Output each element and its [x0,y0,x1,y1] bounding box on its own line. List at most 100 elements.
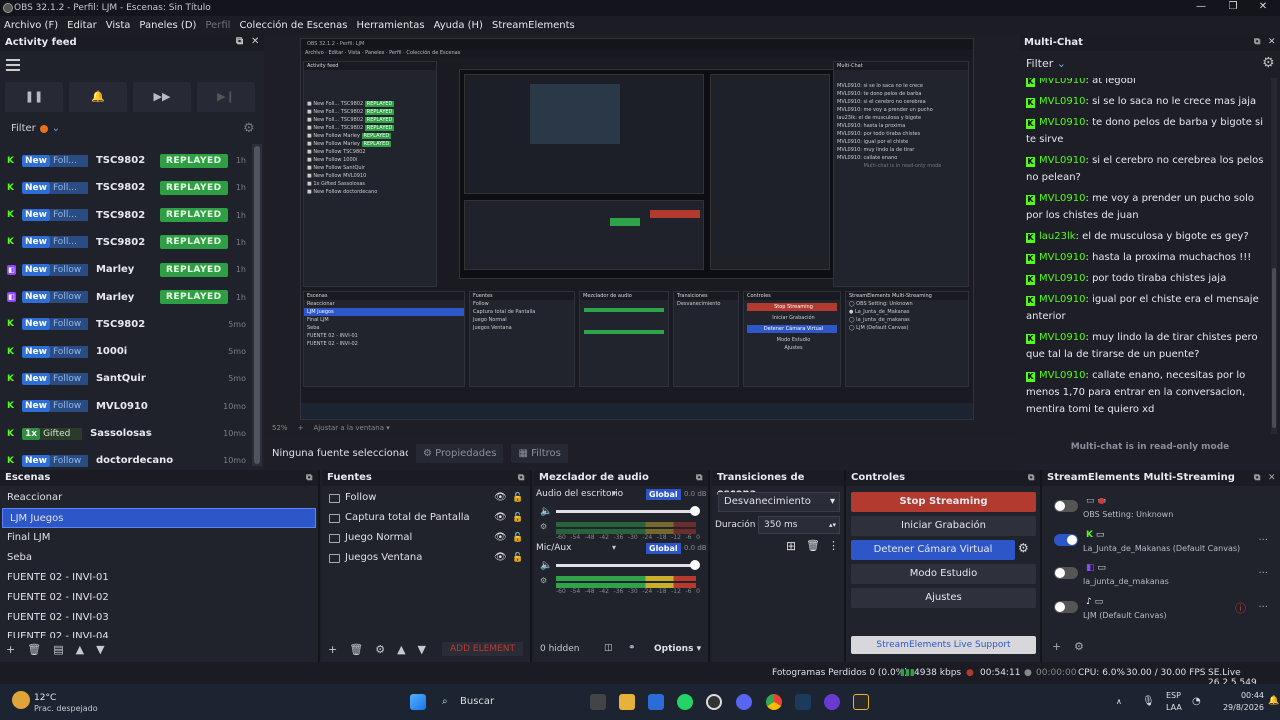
multichat-filter[interactable]: Filter ⌄ [1026,57,1066,70]
feed-event-row[interactable]: ◧ New Follow Marley REPLAYED 1h [0,256,250,283]
undock-icon[interactable]: ⧉ [236,36,243,47]
mixer-settings-icon[interactable]: ⚙ [540,576,547,585]
menu-vista[interactable]: Vista [106,20,131,31]
close-window-button[interactable]: ✕ [1246,0,1280,16]
scene-item[interactable]: Final LJM [0,528,318,548]
stream-target-toggle[interactable] [1054,500,1078,512]
more-icon[interactable]: ··· [1258,602,1268,613]
chat-username[interactable]: lau23lk [1039,231,1076,242]
scene-item[interactable]: LJM Juegos [2,508,316,528]
add-transition-icon[interactable]: ⊞ [786,539,796,553]
chat-username[interactable]: MVL0910 [1039,332,1086,343]
undock-icon[interactable]: ⧉ [1254,34,1260,51]
source-item[interactable]: Follow 👁 🔓 [322,488,530,508]
source-item[interactable]: Captura total de Pantalla 👁 🔓 [322,508,530,528]
visibility-eye-icon[interactable]: 👁 [494,488,507,508]
feed-scrollbar[interactable] [252,144,262,466]
add-element-button[interactable]: ADD ELEMENT [442,642,523,656]
undock-icon[interactable]: ⧉ [306,470,312,486]
chat-username[interactable]: MVL0910 [1039,78,1086,86]
mic-volume-slider[interactable] [556,564,696,567]
maximize-button[interactable]: ❐ [1216,0,1250,16]
add-target-icon[interactable]: + [1052,640,1061,653]
gear-icon[interactable]: ⚙ [1262,55,1275,71]
warning-icon[interactable]: ⓘ [1235,600,1246,616]
menu-coleccion-escenas[interactable]: Colección de Escenas [239,20,347,31]
feed-event-row[interactable]: K New Follow MVL0910 10mo [0,393,250,420]
lock-icon[interactable]: 🔓 [512,488,523,508]
scene-filter-icon[interactable]: ▤ [53,643,63,656]
chat-username[interactable]: MVL0910 [1039,294,1086,305]
move-down-icon[interactable]: ▼ [418,643,426,656]
undock-icon[interactable]: ⧉ [696,470,702,486]
preview-canvas[interactable]: OBS 32.1.2 - Perfil: LJM Archivo · Edita… [264,34,1020,438]
taskbar-search[interactable]: ⌕ Buscar [436,690,576,714]
settings-button[interactable]: Ajustes [851,588,1036,608]
hamburger-menu-icon[interactable] [6,59,20,74]
desktop-volume-knob[interactable] [690,506,700,516]
menu-ayuda[interactable]: Ayuda (H) [434,20,483,31]
zoom-level[interactable]: 52% [272,424,288,432]
feed-filter[interactable]: Filter ⌄ [11,123,60,134]
volume-icon[interactable]: 🔈 [540,506,552,517]
mixer-settings-icon[interactable]: ⚙ [540,522,547,531]
close-icon[interactable]: ✕ [251,36,259,47]
microphone-icon[interactable]: 🎙 [1142,696,1155,707]
fit-window-dropdown[interactable]: Ajustar a la ventana ▾ [313,424,389,432]
store-icon[interactable] [648,694,664,710]
chat-username[interactable]: MVL0910 [1039,273,1086,284]
obs-taskbar-icon[interactable] [706,694,722,710]
move-up-icon[interactable]: ▲ [76,643,84,656]
trash-icon[interactable]: 🗑 [27,643,41,656]
undock-icon[interactable]: ⧉ [1028,470,1034,486]
chrome-icon[interactable] [766,694,782,710]
plus-icon[interactable]: + [298,424,304,432]
source-item[interactable]: Juego Normal 👁 🔓 [322,528,530,548]
chat-username[interactable]: MVL0910 [1039,252,1086,263]
add-scene-icon[interactable]: + [6,643,15,656]
chat-username[interactable]: MVL0910 [1039,117,1086,128]
chat-scrollbar[interactable] [1271,78,1277,434]
menu-streamelements[interactable]: StreamElements [492,20,575,31]
feed-event-row[interactable]: K New Follow SantQuir 5mo [0,365,250,392]
file-explorer-icon[interactable] [619,694,635,710]
skip-button[interactable]: ▶▶ [133,82,191,112]
more-icon[interactable]: ··· [1258,568,1268,579]
more-options-icon[interactable]: ⋮ [828,539,839,552]
desktop-audio-mode[interactable]: Global [646,489,681,500]
visibility-eye-icon[interactable]: 👁 [494,548,507,568]
chat-username[interactable]: MVL0910 [1039,193,1086,204]
feed-event-row[interactable]: K New Foll... TSC9802 REPLAYED 1h [0,229,250,256]
menu-editar[interactable]: Editar [67,20,97,31]
task-view-icon[interactable] [590,694,606,710]
network-icon[interactable]: ◔ [1192,696,1201,707]
move-up-icon[interactable]: ▲ [397,643,405,656]
feed-event-row[interactable]: K New Foll... TSC9802 REPLAYED 1h [0,202,250,229]
keyboard-layout[interactable]: LAA [1166,703,1182,712]
undock-icon[interactable]: ⧉ [1254,470,1260,486]
chevron-down-icon[interactable]: ⌄ [146,429,154,439]
close-icon[interactable]: ✕ [1268,470,1276,486]
stream-target-toggle[interactable] [1054,533,1078,546]
feed-event-row[interactable]: ◧ New Follow Marley REPLAYED 1h [0,284,250,311]
properties-button[interactable]: ⚙ Propiedades [416,443,504,463]
gear-icon[interactable]: ⚙ [375,643,385,656]
pause-button[interactable]: ❚❚ [5,82,63,112]
mixer-options[interactable]: Options ▾ [654,644,701,654]
whatsapp-icon[interactable] [677,694,693,710]
transition-select[interactable]: Desvanecimiento ▾ [718,492,840,512]
layout-icon[interactable]: ◫ [604,643,613,653]
chat-username[interactable]: MVL0910 [1039,96,1086,107]
chevron-down-icon[interactable]: ▾ [612,489,616,498]
weather-icon[interactable] [12,691,30,709]
streamelements-icon[interactable] [853,694,869,710]
stop-virtual-camera-button[interactable]: Detener Cámara Virtual [851,540,1015,560]
chevron-down-icon[interactable]: ▾ [612,543,616,552]
minimize-button[interactable]: — [1184,0,1218,16]
visibility-eye-icon[interactable]: 👁 [494,508,507,528]
trash-icon[interactable]: 🗑 [349,643,363,656]
stream-target-toggle[interactable] [1054,600,1078,613]
keyboard-language[interactable]: ESP [1166,691,1181,700]
filters-button[interactable]: ▦ Filtros [511,443,568,463]
menu-archivo[interactable]: Archivo (F) [4,20,58,31]
